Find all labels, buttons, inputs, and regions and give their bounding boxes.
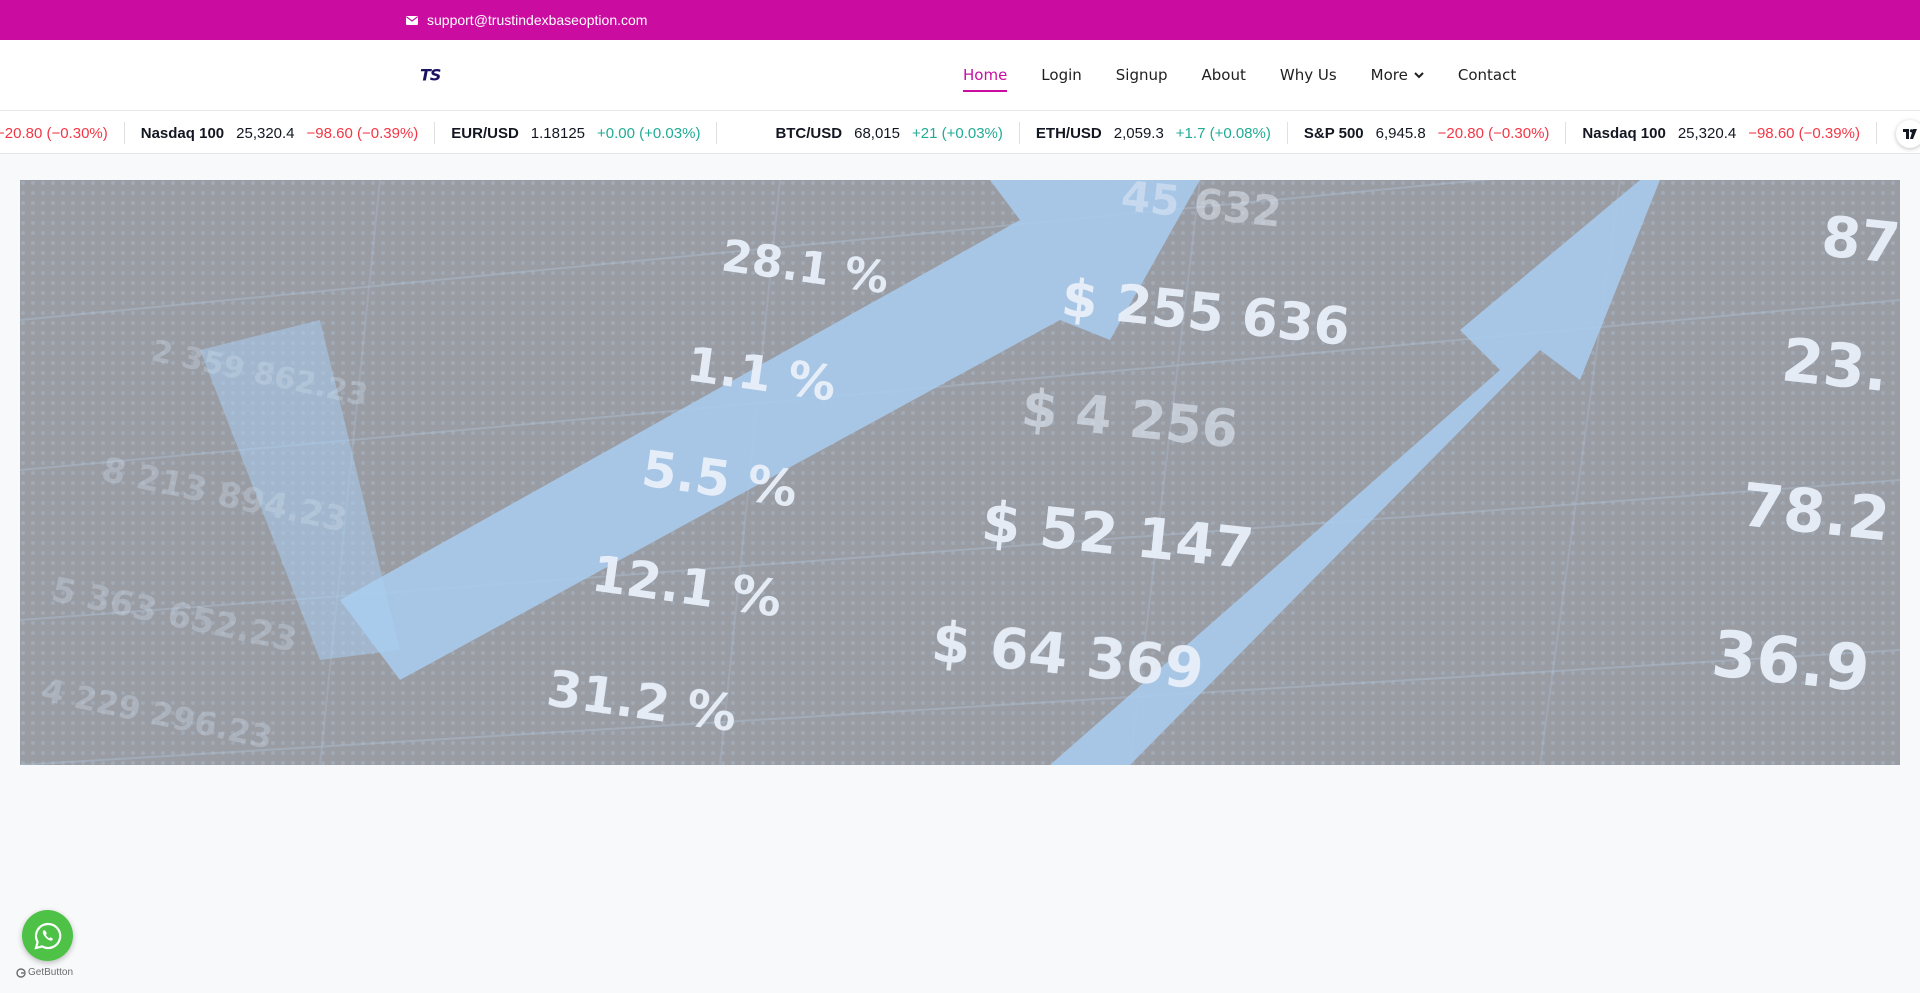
ticker-item[interactable]: Nasdaq 100 25,320.4 −98.60 (−0.39%) [1566,122,1877,144]
tradingview-logo-icon[interactable] [1896,120,1920,148]
getbutton-logo-icon [16,967,26,978]
ticker-item[interactable]: Nasdaq 100 25,320.4 −98.60 (−0.39%) [125,122,436,144]
ticker-symbol: ETH/USD [1035,124,1102,142]
top-bar: support@trustindexbaseoption.com [0,0,1920,40]
nav-signup[interactable]: Signup [1116,66,1168,84]
envelope-icon [406,15,418,25]
chevron-down-icon [1414,71,1424,78]
ticker-change: −98.60 (−0.39%) [1748,124,1860,142]
ticker-item[interactable]: S&P 500 6,945.8 −20.80 (−0.30%) [1288,122,1567,144]
ticker-symbol: S&P 500 [1303,124,1364,142]
main-nav: Home Login Signup About Why Us More Cont… [963,40,1516,110]
nav-why-us[interactable]: Why Us [1280,66,1337,84]
ticker-tape: −20.80 (−0.30%) Nasdaq 100 25,320.4 −98.… [0,110,1920,154]
ticker-symbol: Nasdaq 100 [140,124,225,142]
ticker-change: −98.60 (−0.39%) [306,124,419,142]
support-email-text: support@trustindexbaseoption.com [427,12,648,28]
hero-banner: 28.1 % 1.1 % 5.5 % 12.1 % 31.2 % $ 255 6… [20,180,1900,765]
ticker-change: −20.80 (−0.30%) [0,124,108,142]
ticker-change: +0.00 (+0.03%) [597,124,701,142]
site-header: TS Home Login Signup About Why Us More C… [0,40,1920,110]
nav-contact[interactable]: Contact [1458,66,1516,84]
hero-number: 87 [1819,204,1900,277]
ticker-item[interactable]: BTC/USD 68,015 +21 (+0.03%) [717,122,1020,144]
ticker-price: 25,320.4 [236,124,295,142]
nav-about[interactable]: About [1202,66,1246,84]
getbutton-text: GetButton [28,967,74,978]
ticker-item[interactable]: −20.80 (−0.30%) [0,122,125,144]
stock-market-illustration: 28.1 % 1.1 % 5.5 % 12.1 % 31.2 % $ 255 6… [20,180,1900,765]
ticker-change: +21 (+0.03%) [912,124,1003,142]
nav-home[interactable]: Home [963,66,1008,92]
ticker-item[interactable]: ETH/USD 2,059.3 +1.7 (+0.08%) [1020,122,1288,144]
ticker-symbol: BTC/USD [775,124,843,142]
site-logo[interactable]: TS [420,66,441,85]
ticker-change: +1.7 (+0.08%) [1175,124,1271,142]
ticker-change: −20.80 (−0.30%) [1437,124,1550,142]
ticker-price: 1.18125 [530,124,586,142]
ticker-symbol: EUR/USD [451,124,519,142]
ticker-price: 6,945.8 [1375,124,1426,142]
whatsapp-button[interactable] [22,910,73,961]
ticker-price: 68,015 [854,124,900,142]
ticker-price: 25,320.4 [1677,124,1737,142]
support-email[interactable]: support@trustindexbaseoption.com [406,0,647,40]
getbutton-credit[interactable]: GetButton [16,967,73,978]
nav-login[interactable]: Login [1041,66,1081,84]
ticker-price: 2,059.3 [1113,124,1164,142]
whatsapp-icon [33,922,61,950]
ticker-symbol: Nasdaq 100 [1582,124,1666,142]
ticker-track: −20.80 (−0.30%) Nasdaq 100 25,320.4 −98.… [0,111,1877,153]
nav-more[interactable]: More [1371,66,1424,84]
hero-number: 23. [1778,325,1891,406]
ticker-item[interactable]: EUR/USD 1.18125 +0.00 (+0.03%) [435,122,718,144]
